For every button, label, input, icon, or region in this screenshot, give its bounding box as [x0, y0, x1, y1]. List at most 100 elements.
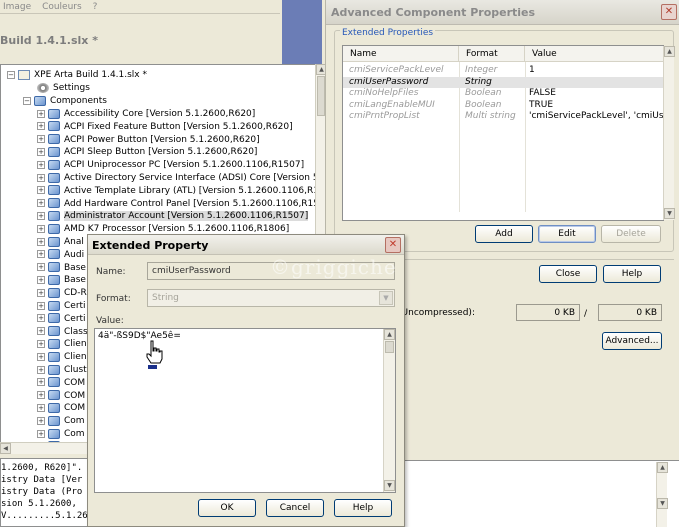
tree-item[interactable]: + Clien: [37, 338, 87, 351]
property-row[interactable]: cmiPrntPropList Multi string 'cmiServicePa…: [343, 111, 663, 122]
tree-item[interactable]: + Certi: [37, 313, 86, 326]
collapse-icon[interactable]: −: [23, 96, 31, 105]
expand-icon[interactable]: +: [37, 122, 45, 131]
value-scrollbar[interactable]: ▲ ▼: [383, 329, 395, 492]
tree-item-label: Accessibility Core [Version 5.1.2600,R62…: [64, 109, 256, 119]
tree-item[interactable]: + Base: [37, 262, 86, 275]
cancel-button[interactable]: Cancel: [266, 499, 324, 517]
tree-item[interactable]: + Administrator Account [Version 5.1.2600…: [37, 210, 309, 223]
tree-item[interactable]: + ACPI Sleep Button [Version 5.1.2600,R62…: [37, 146, 257, 159]
expand-icon[interactable]: +: [37, 237, 45, 246]
dialog-title: Advanced Component Properties: [326, 0, 679, 25]
scroll-thumb[interactable]: [385, 341, 394, 353]
expand-icon[interactable]: +: [37, 109, 45, 118]
scroll-up-arrow-icon[interactable]: ▲: [384, 329, 395, 340]
scroll-thumb[interactable]: [317, 76, 325, 116]
close-icon[interactable]: ✕: [385, 237, 401, 253]
tree-item[interactable]: + Base: [37, 274, 86, 287]
tree-item[interactable]: + Accessibility Core [Version 5.1.2600,R6…: [37, 108, 255, 121]
expand-icon[interactable]: +: [37, 211, 45, 220]
column-header-name[interactable]: Name: [343, 46, 459, 62]
tree-item[interactable]: + Com: [37, 415, 85, 428]
scroll-down-arrow-icon[interactable]: ▼: [664, 208, 675, 219]
tree-item[interactable]: + Active Template Library (ATL) [Version …: [37, 185, 324, 198]
expand-icon[interactable]: +: [37, 365, 45, 374]
tree-item[interactable]: + Class: [37, 326, 88, 339]
tree-item-label: Com: [64, 429, 85, 439]
menu-image[interactable]: Image: [3, 2, 31, 12]
property-row[interactable]: cmiServicePackLevel Integer 1: [343, 65, 663, 76]
tree-item[interactable]: + ACPI Fixed Feature Button [Version 5.1.…: [37, 121, 293, 134]
help-button[interactable]: Help: [334, 499, 392, 517]
expand-icon[interactable]: +: [37, 288, 45, 297]
edit-button[interactable]: Edit: [538, 225, 596, 243]
scroll-down-arrow-icon[interactable]: ▼: [384, 480, 395, 491]
component-icon: [48, 338, 60, 349]
property-row[interactable]: cmiUserPassword String: [343, 76, 663, 88]
scroll-up-arrow-icon[interactable]: ▲: [664, 46, 675, 57]
tree-item[interactable]: + Com: [37, 428, 85, 441]
properties-list[interactable]: Name Format Value cmiServicePackLevel Int…: [342, 45, 664, 221]
expand-icon[interactable]: +: [37, 275, 45, 284]
expand-icon[interactable]: +: [37, 403, 45, 412]
collapse-icon[interactable]: −: [7, 70, 15, 79]
scroll-down-arrow-icon[interactable]: ▼: [657, 498, 668, 509]
expand-icon[interactable]: +: [37, 416, 45, 425]
expand-icon[interactable]: +: [37, 173, 45, 182]
expand-icon[interactable]: +: [37, 378, 45, 387]
close-button[interactable]: Close: [539, 265, 597, 283]
scroll-left-arrow-icon[interactable]: ◀: [0, 443, 11, 454]
list-vertical-scrollbar[interactable]: ▲ ▼: [663, 46, 675, 220]
property-row[interactable]: cmiLangEnableMUI Boolean TRUE: [343, 100, 663, 111]
expand-icon[interactable]: +: [37, 391, 45, 400]
tree-components[interactable]: − Components: [23, 95, 107, 108]
description-scrollbar[interactable]: ▲ ▼: [656, 462, 668, 527]
scroll-up-arrow-icon[interactable]: ▲: [657, 462, 668, 473]
tree-item[interactable]: + Audi: [37, 249, 84, 262]
tree-item[interactable]: + Certi: [37, 300, 86, 313]
expand-icon[interactable]: +: [37, 314, 45, 323]
value-textarea[interactable]: 4ä"-ßS9D$"Ae5ê=: [94, 328, 396, 493]
expand-icon[interactable]: +: [37, 301, 45, 310]
delete-button[interactable]: Delete: [601, 225, 661, 243]
tree-settings[interactable]: Settings: [37, 82, 90, 95]
column-header-format[interactable]: Format: [459, 46, 525, 62]
format-select[interactable]: String: [147, 289, 395, 307]
expand-icon[interactable]: +: [37, 160, 45, 169]
column-header-value[interactable]: Value: [525, 46, 663, 62]
tree-item[interactable]: + ACPI Uniprocessor PC [Version 5.1.2600.…: [37, 159, 304, 172]
property-row[interactable]: cmiNoHelpFiles Boolean FALSE: [343, 88, 663, 99]
expand-icon[interactable]: +: [37, 147, 45, 156]
name-label: Name:: [96, 267, 126, 277]
close-icon[interactable]: ✕: [661, 4, 677, 20]
expand-icon[interactable]: +: [37, 327, 45, 336]
tree-item[interactable]: + Clien: [37, 351, 87, 364]
document-title: Build 1.4.1.slx *: [0, 31, 282, 51]
advanced-button[interactable]: Advanced...: [602, 332, 662, 350]
tree-item[interactable]: + COM: [37, 402, 85, 415]
tree-item[interactable]: + Clust: [37, 364, 87, 377]
tree-item[interactable]: + CD-R: [37, 287, 87, 300]
tree-item[interactable]: + Active Directory Service Interface (ADS…: [37, 172, 324, 185]
expand-icon[interactable]: +: [37, 263, 45, 272]
expand-icon[interactable]: +: [37, 186, 45, 195]
expand-icon[interactable]: +: [37, 135, 45, 144]
add-button[interactable]: Add: [475, 225, 533, 243]
menu-help[interactable]: ?: [93, 2, 98, 12]
expand-icon[interactable]: +: [37, 250, 45, 259]
tree-item[interactable]: + COM: [37, 390, 85, 403]
expand-icon[interactable]: +: [37, 429, 45, 438]
tree-item[interactable]: + Add Hardware Control Panel [Version 5.1…: [37, 198, 324, 211]
chevron-down-icon[interactable]: ▼: [379, 291, 393, 305]
expand-icon[interactable]: +: [37, 339, 45, 348]
tree-item[interactable]: + ACPI Power Button [Version 5.1.2600,R62…: [37, 134, 260, 147]
expand-icon[interactable]: +: [37, 352, 45, 361]
expand-icon[interactable]: +: [37, 224, 45, 233]
expand-icon[interactable]: +: [37, 199, 45, 208]
tree-item[interactable]: + Anal: [37, 236, 84, 249]
tree-item[interactable]: + COM: [37, 377, 85, 390]
menu-couleurs[interactable]: Couleurs: [42, 2, 82, 12]
help-button[interactable]: Help: [603, 265, 661, 283]
ok-button[interactable]: OK: [198, 499, 256, 517]
tree-root[interactable]: − XPE Arta Build 1.4.1.slx *: [7, 69, 147, 82]
